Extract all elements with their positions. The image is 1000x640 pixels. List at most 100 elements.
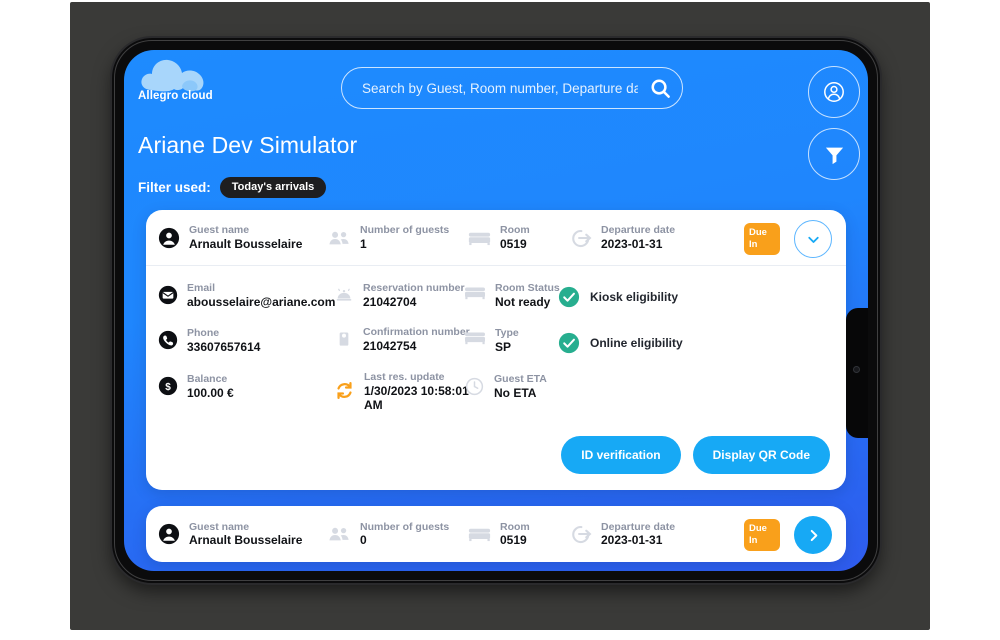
detail-confirmation-number: Confirmation number 21042754 [334,326,474,353]
reservation-card-collapsed[interactable]: Guest name Arnault Bousselaire Number of… [146,506,846,562]
confirmation-number-value: 21042754 [363,339,417,354]
details-column-eligibility: Kiosk eligibility Online eligibility [558,286,758,378]
detail-room-status: Room Status Not ready [464,282,564,309]
bed-icon [464,282,486,300]
tablet-screen: Allegro cloud Search by Guest, Room numb… [124,50,868,571]
cloud-icon [138,56,212,94]
room-value: 0519 [500,236,527,251]
status-badge-due-in[interactable]: Due In [744,519,780,551]
balance-label: Balance [187,372,228,385]
balance-value: 100.00 € [187,385,234,400]
guest-name-value: Arnault Bousselaire [189,533,303,548]
badge-line-1: Due [749,523,767,534]
filter-chip[interactable]: Today's arrivals [219,177,327,198]
detail-last-update: Last res. update 1/30/2023 10:58:01 AM [334,371,474,413]
person-circle-icon [158,227,180,249]
detail-phone: Phone 33607657614 [158,327,338,354]
page-title: Ariane Dev Simulator [138,132,358,158]
phone-label: Phone [187,327,220,340]
field-departure-date: Departure date 2023-01-31 [568,224,718,251]
type-value: SP [495,340,512,355]
email-value: abousselaire@ariane.com [187,294,336,309]
detail-type: Type SP [464,327,564,354]
guest-eta-label: Guest ETA [494,372,547,385]
brand-logo[interactable]: Allegro cloud [138,56,213,112]
detail-balance: $ Balance 100.00 € [158,373,338,400]
search-bar[interactable] [341,67,683,109]
number-of-guests-value: 0 [360,533,367,548]
eligibility-kiosk-label: Kiosk eligibility [590,290,679,304]
search-icon[interactable] [638,67,682,109]
departure-date-label: Departure date [601,224,676,237]
eligibility-kiosk: Kiosk eligibility [558,286,758,308]
guest-eta-value: No ETA [494,385,537,400]
chevron-down-icon [805,231,822,248]
display-qr-code-button[interactable]: Display QR Code [692,436,830,474]
room-status-value: Not ready [495,294,551,309]
field-guest-name: Guest name Arnault Bousselaire [158,521,328,548]
app-header: Allegro cloud Search by Guest, Room numb… [124,50,868,198]
detail-reservation-number: Reservation number 21042704 [334,282,474,309]
number-of-guests-value: 1 [360,236,367,251]
bell-icon [334,282,354,305]
account-button[interactable] [808,66,860,118]
departure-date-value: 2023-01-31 [601,533,663,548]
person-circle-icon [158,523,180,545]
card-collapse-button[interactable] [794,220,832,258]
brand-name: Allegro cloud [138,90,213,102]
card-details: Email abousselaire@ariane.com Phone 3360… [146,266,846,488]
filter-button[interactable] [808,128,860,180]
email-label: Email [187,282,216,294]
guest-name-label: Guest name [189,520,250,533]
badge-line-2: In [749,534,758,546]
badge-line-1: Due [749,227,767,238]
number-of-guests-label: Number of guests [360,224,450,237]
field-departure-date: Departure date 2023-01-31 [568,521,718,548]
card-expand-button[interactable] [794,516,832,554]
details-column-reservation: Reservation number 21042704 Confirmation… [334,282,474,430]
dollar-icon: $ [158,373,178,396]
details-column-room: Room Status Not ready Type SP Guest ETA … [464,282,564,418]
room-status-label: Room Status [495,282,560,294]
clock-icon [464,373,485,397]
sync-icon [334,371,355,401]
reservation-card-expanded[interactable]: Guest name Arnault Bousselaire Number of… [146,210,846,490]
checkout-arrow-icon [568,227,592,249]
detail-guest-eta: Guest ETA No ETA [464,373,564,400]
field-guest-name: Guest name Arnault Bousselaire [158,224,328,251]
bed-icon [464,327,486,345]
field-number-of-guests: Number of guests 0 [328,521,468,548]
filter-used-label: Filter used: [138,180,211,195]
envelope-icon [158,282,178,305]
people-icon [328,525,351,543]
confirmation-number-label: Confirmation number [363,326,470,339]
people-icon [328,229,351,247]
card-summary-row: Guest name Arnault Bousselaire Number of… [146,210,846,266]
field-room: Room 0519 [468,224,568,251]
search-input[interactable] [362,80,638,96]
field-number-of-guests: Number of guests 1 [328,224,468,251]
check-circle-icon [558,286,580,308]
room-label: Room [500,520,530,533]
id-verification-button[interactable]: ID verification [561,436,681,474]
departure-date-label: Departure date [601,520,676,533]
bed-icon [468,230,491,246]
eligibility-online: Online eligibility [558,332,758,354]
detail-email: Email abousselaire@ariane.com [158,282,338,309]
type-label: Type [495,327,519,340]
screenshot-stage: Allegro cloud Search by Guest, Room numb… [0,0,1000,640]
guest-name-label: Guest name [189,224,250,237]
reservation-number-label: Reservation number [363,282,465,294]
bed-icon [468,526,491,542]
status-badge-due-in[interactable]: Due In [744,223,780,255]
number-of-guests-label: Number of guests [360,520,450,533]
camera-lens-icon [853,366,860,373]
svg-text:$: $ [165,382,171,393]
card-summary-row: Guest name Arnault Bousselaire Number of… [146,506,846,562]
filter-used-row: Filter used: Today's arrivals [138,177,327,198]
phone-icon [158,327,178,350]
departure-date-value: 2023-01-31 [601,236,663,251]
eligibility-online-label: Online eligibility [590,336,683,350]
guest-name-value: Arnault Bousselaire [189,236,303,251]
phone-value: 33607657614 [187,340,261,355]
